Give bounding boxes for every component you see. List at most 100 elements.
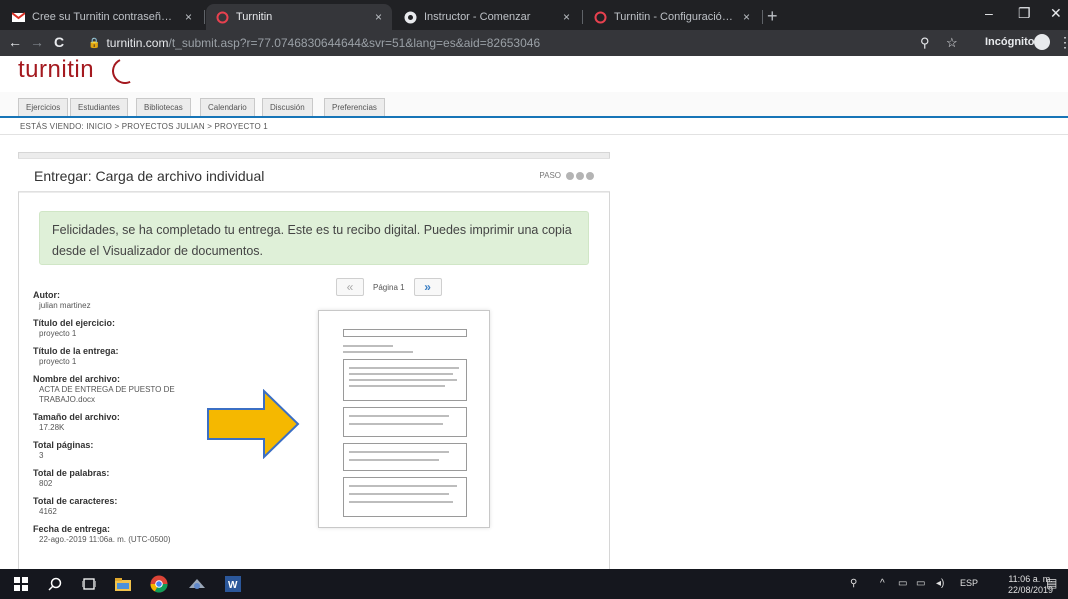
next-page-button[interactable]: » (413, 278, 442, 296)
reload-icon[interactable]: C (54, 34, 64, 50)
divider (0, 134, 1068, 135)
field-label: Autor: (33, 290, 60, 300)
turnitin-icon (594, 11, 607, 24)
menu-kebab-icon[interactable]: ⋮ (1058, 34, 1068, 51)
tab-gmail[interactable]: Cree su Turnitin contraseña - idi × (2, 4, 202, 30)
browser-tab-strip: Cree su Turnitin contraseña - idi × Turn… (0, 0, 1068, 30)
breadcrumb: ESTÁS VIENDO: INICIO > PROYECTOS JULIAN … (20, 122, 268, 131)
restore-button[interactable]: ❐ (1018, 5, 1031, 22)
panel-body: Felicidades, se ha completado tu entrega… (19, 193, 609, 569)
preview-line (349, 367, 459, 369)
preview-section-box (343, 407, 467, 437)
tab-close-icon[interactable]: × (563, 10, 570, 24)
file-explorer-icon[interactable] (114, 575, 132, 593)
step-dot-icon (586, 171, 594, 180)
tab-close-icon[interactable]: × (743, 10, 750, 24)
monitor-icon[interactable]: ▭ (916, 578, 925, 589)
back-arrow-icon[interactable]: ← (8, 34, 22, 50)
windows-taskbar: W ⚲ ^ ▭ ▭ ◂) ESP 11:06 a. m. 22/08/2019 … (0, 569, 1068, 599)
nav-tab-ejercicios[interactable]: Ejercicios (18, 98, 69, 116)
tab-title: Instructor - Comenzar (424, 11, 531, 23)
field-value: 4162 (39, 507, 57, 516)
turnitin-icon (216, 11, 229, 24)
field-value: ACTA DE ENTREGA DE PUESTO DE TRABAJO.doc… (39, 385, 175, 404)
tab-turnitin[interactable]: Turnitin × (206, 4, 392, 30)
incognito-label[interactable]: Incógnito (985, 36, 1035, 48)
instructor-icon (404, 11, 417, 24)
field-label: Total páginas: (33, 440, 94, 450)
url-path: /t_submit.asp?r=77.0746830644644&svr=51&… (168, 36, 541, 50)
close-window-button[interactable]: ✕ (1050, 5, 1062, 22)
people-icon[interactable]: ⚲ (850, 578, 857, 589)
tab-close-icon[interactable]: × (375, 10, 382, 24)
tab-title: Turnitin (236, 11, 273, 23)
main-nav: Ejercicios Estudiantes Bibliotecas Calen… (0, 92, 1068, 118)
step-dot-icon (566, 171, 574, 180)
field-label: Total de palabras: (33, 468, 110, 478)
turnitin-logo-icon (108, 56, 142, 88)
minimize-button[interactable]: – (985, 5, 993, 21)
yellow-arrow-annotation (207, 389, 300, 459)
word-icon[interactable]: W (224, 575, 242, 593)
browser-toolbar: ← → C 🔒 turnitin.com/t_submit.asp?r=77.0… (0, 30, 1068, 56)
language-indicator[interactable]: ESP (960, 578, 978, 588)
preview-line (349, 451, 449, 453)
nav-tab-bibliotecas[interactable]: Bibliotecas (136, 98, 191, 116)
previous-page-button[interactable]: « (336, 278, 364, 296)
incognito-icon[interactable] (1034, 34, 1050, 50)
preview-heading-box (343, 329, 467, 337)
windows-start-icon[interactable] (12, 575, 30, 593)
tab-separator (204, 10, 205, 24)
volume-icon[interactable]: ◂) (936, 578, 944, 589)
panel-title: Entregar: Carga de archivo individual (34, 168, 265, 184)
preview-line (349, 415, 449, 417)
preview-line (349, 459, 439, 461)
tab-instructor[interactable]: Instructor - Comenzar × (394, 4, 580, 30)
submission-details: Autor: julian martinez Título del ejerci… (33, 283, 233, 545)
lock-icon: 🔒 (88, 37, 101, 49)
zoom-icon[interactable]: ⚲ (920, 35, 930, 51)
new-tab-button[interactable]: + (767, 6, 778, 27)
tab-close-icon[interactable]: × (185, 10, 192, 24)
preview-line (349, 373, 453, 375)
field-label: Fecha de entrega: (33, 524, 111, 534)
document-preview-thumbnail[interactable] (318, 310, 490, 528)
chevron-up-icon[interactable]: ^ (880, 578, 885, 589)
chrome-icon[interactable] (150, 575, 168, 593)
preview-line (343, 345, 393, 347)
address-bar[interactable]: 🔒 turnitin.com/t_submit.asp?r=77.0746830… (88, 33, 958, 53)
field-value: julian martinez (39, 301, 91, 310)
preview-line (349, 423, 443, 425)
svg-text:W: W (228, 580, 238, 591)
search-icon[interactable] (46, 575, 64, 593)
field-label: Nombre del archivo: (33, 374, 121, 384)
tab-title: Turnitin - Configuración de la cu (614, 11, 735, 23)
success-alert: Felicidades, se ha completado tu entrega… (39, 211, 589, 265)
document-pager: « Página 1 » (336, 278, 442, 296)
preview-line (349, 493, 449, 495)
preview-line (349, 501, 453, 503)
preview-line (349, 379, 457, 381)
nav-tab-calendario[interactable]: Calendario (200, 98, 255, 116)
forward-arrow-icon[interactable]: → (30, 34, 44, 50)
nav-tab-discusion[interactable]: Discusión (262, 98, 313, 116)
field-value: 17.28K (39, 423, 65, 432)
field-value: proyecto 1 (39, 329, 77, 338)
preview-line (349, 385, 445, 387)
preview-section-box (343, 443, 467, 471)
step-label: PASO (539, 171, 561, 180)
tab-separator (582, 10, 583, 24)
step-indicator: PASO (539, 171, 594, 180)
page-indicator: Página 1 (373, 282, 405, 292)
task-view-icon[interactable] (80, 575, 98, 593)
gmail-icon (11, 11, 26, 24)
network-icon[interactable]: ▭ (898, 578, 907, 589)
notification-icon[interactable]: ▤ (1046, 576, 1057, 590)
turnitin-logo[interactable]: turnitin (18, 56, 94, 84)
nav-tab-preferencias[interactable]: Preferencias (324, 98, 385, 116)
field-label: Tamaño del archivo: (33, 412, 120, 422)
remote-icon[interactable] (188, 575, 206, 593)
tab-turnitin-config[interactable]: Turnitin - Configuración de la cu × (584, 4, 760, 30)
bookmark-star-icon[interactable]: ☆ (946, 35, 958, 51)
nav-tab-estudiantes[interactable]: Estudiantes (70, 98, 128, 116)
